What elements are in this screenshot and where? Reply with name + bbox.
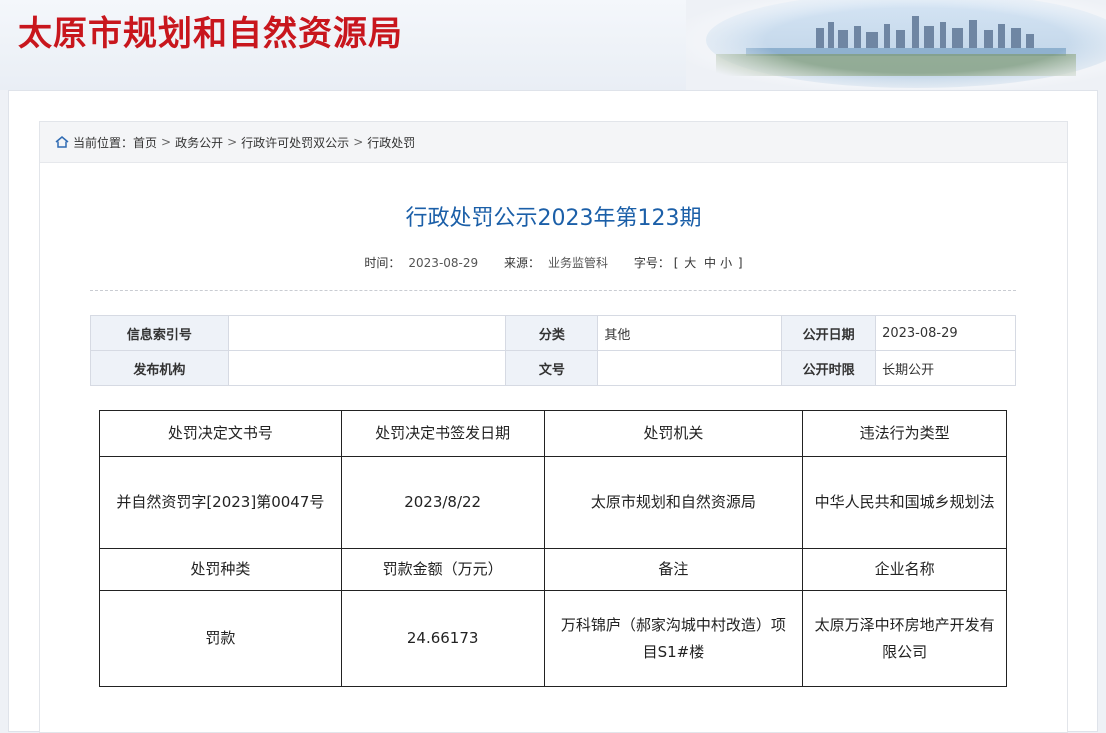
article-panel: 当前位置： 首页 > 政务公开 > 行政许可处罚双公示 > 行政处罚 行政处罚公… <box>39 121 1068 733</box>
breadcrumb-permit-link[interactable]: 行政许可处罚双公示 <box>241 134 349 151</box>
penalty-type-cell: 罚款 <box>99 590 342 687</box>
issuer-label: 发布机构 <box>90 350 229 386</box>
header-cell: 企业名称 <box>802 548 1007 591</box>
font-bracket-open: [ <box>673 256 679 270</box>
site-header: 太原市规划和自然资源局 <box>0 0 1106 90</box>
divider <box>90 290 1016 291</box>
fine-amount-cell: 24.66173 <box>340 590 545 687</box>
header-cell: 罚款金额（万元） <box>340 548 545 591</box>
font-size-label: 字号： <box>633 256 670 270</box>
penalty-table: 处罚决定文书号 处罚决定书签发日期 处罚机关 违法行为类型 并自然资罚字[202… <box>99 410 1007 687</box>
table-header-row: 处罚种类 罚款金额（万元） 备注 企业名称 <box>99 548 1007 591</box>
city-skyline-image <box>686 0 1106 90</box>
publish-date-label: 公开日期 <box>781 315 877 351</box>
breadcrumb-penalty-link[interactable]: 行政处罚 <box>367 134 415 151</box>
period-label: 公开时限 <box>781 350 877 386</box>
source-label: 来源： <box>503 256 540 270</box>
issuer-value <box>227 350 507 386</box>
header-cell: 处罚机关 <box>543 410 804 457</box>
breadcrumb: 当前位置： 首页 > 政务公开 > 行政许可处罚双公示 > 行政处罚 <box>40 122 1067 163</box>
header-cell: 处罚决定书签发日期 <box>340 410 545 457</box>
info-table: 信息索引号 分类 其他 公开日期 2023-08-29 发布机构 文号 公开时限… <box>90 315 1016 386</box>
index-label: 信息索引号 <box>90 315 229 351</box>
font-large-link[interactable]: 大 <box>684 256 696 270</box>
publish-date-value: 2023-08-29 <box>875 315 1016 351</box>
font-bracket-close: ] <box>737 256 743 270</box>
doc-number-value <box>597 350 783 386</box>
time-value: 2023-08-29 <box>408 256 479 270</box>
remark-cell: 万科锦庐（郝家沟城中村改造）项目S1#楼 <box>543 590 804 687</box>
doc-number-label: 文号 <box>505 350 599 386</box>
category-value: 其他 <box>597 315 783 351</box>
source-value: 业务监管科 <box>548 256 609 270</box>
breadcrumb-separator: > <box>161 135 172 149</box>
index-value <box>227 315 507 351</box>
header-cell: 备注 <box>543 548 804 591</box>
article-meta: 时间： 2023-08-29 来源： 业务监管科 字号： [ 大 中小 ] <box>40 254 1067 271</box>
font-small-link[interactable]: 小 <box>720 256 732 270</box>
issue-date-cell: 2023/8/22 <box>340 456 545 549</box>
table-row: 并自然资罚字[2023]第0047号 2023/8/22 太原市规划和自然资源局… <box>99 456 1007 549</box>
authority-cell: 太原市规划和自然资源局 <box>543 456 804 549</box>
decision-number-cell: 并自然资罚字[2023]第0047号 <box>99 456 342 549</box>
breadcrumb-prefix: 当前位置： <box>73 135 134 150</box>
info-row: 信息索引号 分类 其他 公开日期 2023-08-29 <box>90 315 1016 351</box>
breadcrumb-gov-link[interactable]: 政务公开 <box>175 134 223 151</box>
breadcrumb-separator: > <box>353 135 364 149</box>
content-panel: 当前位置： 首页 > 政务公开 > 行政许可处罚双公示 > 行政处罚 行政处罚公… <box>8 90 1098 733</box>
header-cell: 处罚决定文书号 <box>99 410 342 457</box>
font-size-control: 字号： [ 大 中小 ] <box>634 256 743 270</box>
time-label: 时间： <box>364 256 401 270</box>
breadcrumb-separator: > <box>227 135 238 149</box>
category-label: 分类 <box>505 315 599 351</box>
table-row: 罚款 24.66173 万科锦庐（郝家沟城中村改造）项目S1#楼 太原万泽中环房… <box>99 590 1007 687</box>
header-cell: 违法行为类型 <box>802 410 1007 457</box>
font-medium-link[interactable]: 中 <box>704 256 716 270</box>
violation-type-cell: 中华人民共和国城乡规划法 <box>802 456 1007 549</box>
breadcrumb-home-link[interactable]: 首页 <box>133 134 157 151</box>
table-header-row: 处罚决定文书号 处罚决定书签发日期 处罚机关 违法行为类型 <box>99 410 1007 457</box>
period-value: 长期公开 <box>875 350 1016 386</box>
info-row: 发布机构 文号 公开时限 长期公开 <box>90 350 1016 386</box>
site-title: 太原市规划和自然资源局 <box>18 14 403 54</box>
article-title: 行政处罚公示2023年第123期 <box>405 206 702 231</box>
header-cell: 处罚种类 <box>99 548 342 591</box>
company-name-cell: 太原万泽中环房地产开发有限公司 <box>802 590 1007 687</box>
home-icon <box>55 136 69 148</box>
